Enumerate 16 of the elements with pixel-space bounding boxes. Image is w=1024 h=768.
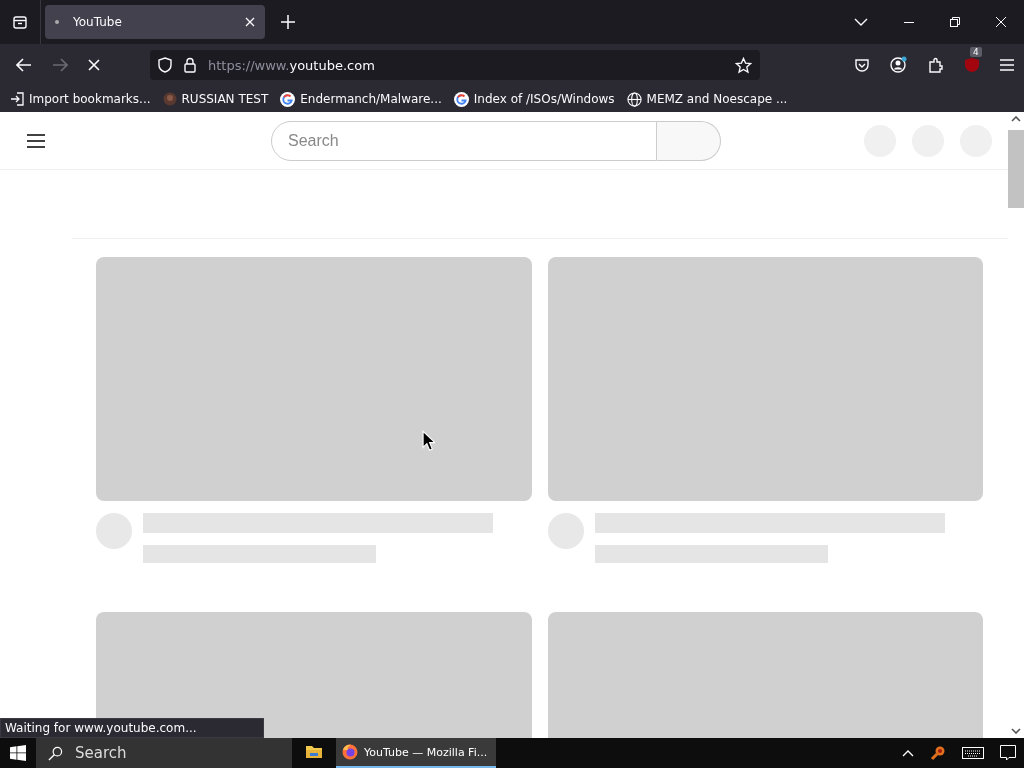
taskbar-app[interactable]: YouTube — Mozilla Fi... — [336, 738, 496, 768]
bookmark-item[interactable]: Endermanch/Malware... — [280, 91, 442, 107]
bookmark-item[interactable]: Index of /ISOs/Windows — [453, 91, 615, 107]
url-host: youtube.com — [289, 57, 375, 73]
taskbar-search-field[interactable]: Search — [36, 738, 292, 768]
bookmark-item[interactable]: RUSSIAN TEST — [162, 92, 269, 106]
extension-badge: 4 — [970, 47, 982, 57]
bookmark-item[interactable]: MEMZ and Noescape ... — [626, 91, 788, 107]
status-text: Waiting for www.youtube.com... — [0, 718, 264, 738]
address-bar[interactable]: https://www.youtube.com — [150, 50, 760, 80]
tab-title: YouTube — [73, 15, 123, 29]
bookmark-item[interactable]: Import bookmarks... — [10, 92, 151, 106]
browser-tab[interactable]: YouTube — [45, 5, 265, 39]
search-field[interactable]: Search — [271, 120, 657, 161]
search-placeholder: Search — [75, 744, 127, 762]
url-prefix: https://www. — [208, 57, 290, 73]
